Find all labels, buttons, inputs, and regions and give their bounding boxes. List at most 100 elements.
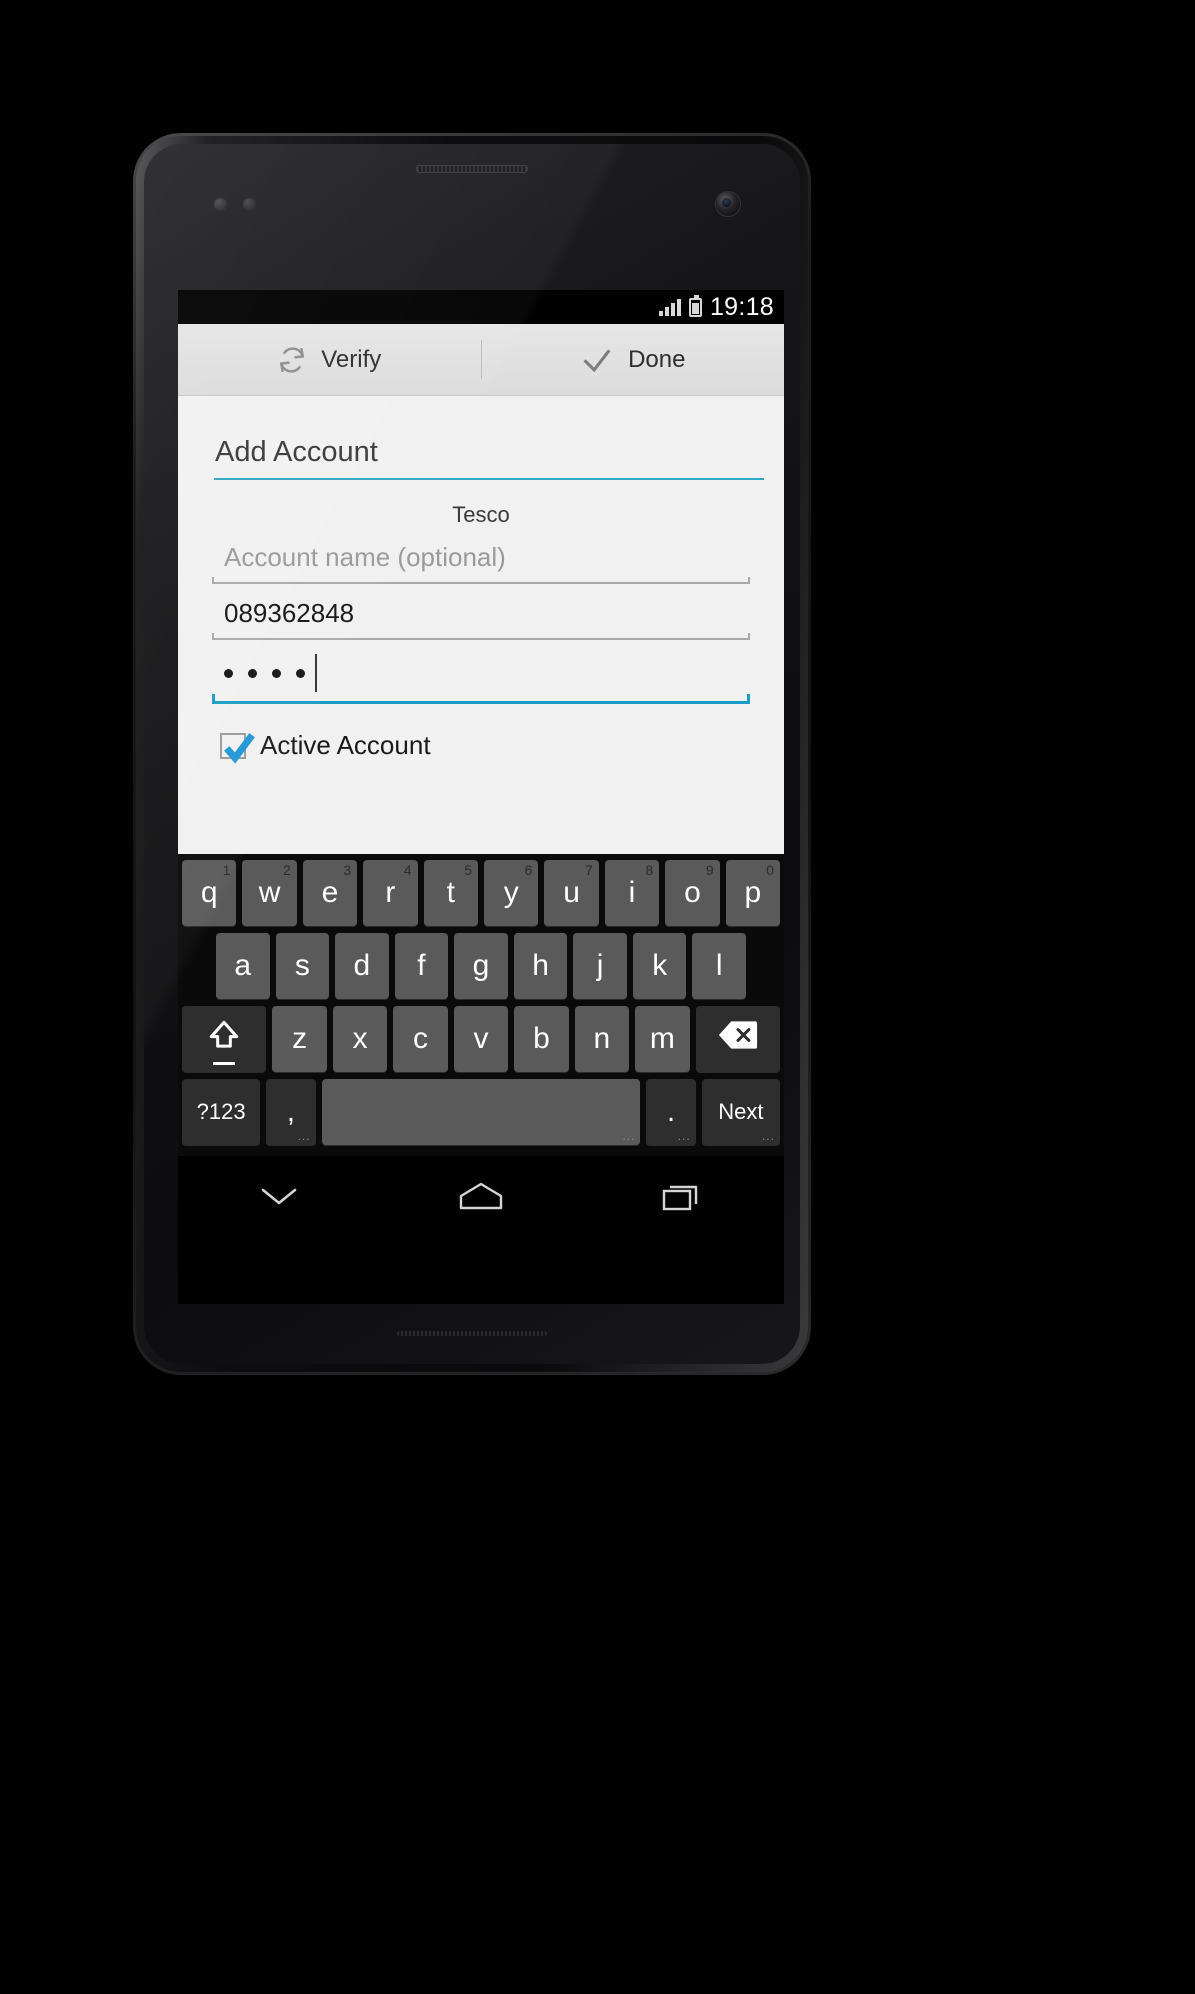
- keyboard-row-1: 1q 2w 3e 4r 5t 6y 7u 8i 9o 0p: [181, 860, 781, 926]
- symbols-key[interactable]: ?123: [182, 1079, 261, 1145]
- key-e[interactable]: 3e: [302, 860, 358, 926]
- keyboard-row-4: ?123 , ... ... . ... Next ...: [182, 1079, 780, 1145]
- account-name-placeholder: Account name (optional): [224, 542, 506, 572]
- add-account-form: Add Account Tesco Account name (optional…: [178, 396, 784, 854]
- key-o[interactable]: 9o: [665, 860, 720, 926]
- key-label: y: [503, 876, 519, 909]
- provider-label: Tesco: [452, 502, 510, 527]
- phone-front-panel: 19:18 Verify Done Add Account Tesco Acco…: [144, 144, 800, 1364]
- key-s[interactable]: s: [275, 933, 330, 999]
- backspace-key[interactable]: [695, 1006, 780, 1072]
- verify-button[interactable]: Verify: [178, 324, 481, 395]
- navigation-bar: [178, 1156, 784, 1240]
- keyboard-row-3: z x c v b n m: [182, 1006, 780, 1072]
- key-label: t: [446, 876, 455, 909]
- key-l[interactable]: l: [692, 933, 747, 999]
- key-n[interactable]: n: [574, 1006, 630, 1072]
- key-q[interactable]: 1q: [181, 860, 237, 926]
- status-bar: 19:18: [178, 290, 784, 324]
- key-y[interactable]: 6y: [484, 860, 539, 926]
- key-a[interactable]: a: [215, 933, 270, 999]
- key-g[interactable]: g: [454, 933, 508, 999]
- hide-keyboard-button[interactable]: [224, 1168, 334, 1228]
- key-m[interactable]: m: [635, 1006, 690, 1072]
- soft-keyboard: 1q 2w 3e 4r 5t 6y 7u 8i 9o 0p a s d f g …: [178, 854, 784, 1156]
- key-x[interactable]: x: [332, 1006, 388, 1072]
- home-icon: [457, 1179, 505, 1218]
- key-hint: 4: [403, 862, 412, 878]
- key-longpress-hint: ...: [677, 1129, 691, 1143]
- key-label: Next: [718, 1099, 764, 1124]
- key-w[interactable]: 2w: [242, 860, 297, 926]
- key-hint: 9: [705, 862, 714, 878]
- recent-apps-icon: [660, 1179, 706, 1218]
- backspace-icon: [717, 1020, 759, 1058]
- key-label: o: [684, 876, 701, 909]
- account-name-field[interactable]: Account name (optional): [212, 528, 750, 584]
- screenshot-canvas: 19:18 Verify Done Add Account Tesco Acco…: [0, 0, 1195, 1994]
- proximity-sensor-icon: [214, 198, 227, 211]
- phone-device: 19:18 Verify Done Add Account Tesco Acco…: [133, 133, 811, 1375]
- password-field[interactable]: [212, 640, 750, 704]
- key-label: p: [744, 876, 762, 909]
- key-hint: 0: [766, 862, 775, 878]
- signal-bars-icon: [658, 298, 681, 316]
- light-sensor-icon: [243, 198, 256, 211]
- key-f[interactable]: f: [394, 933, 449, 999]
- earpiece-speaker: [416, 165, 528, 173]
- status-clock: 19:18: [709, 292, 774, 321]
- period-key[interactable]: . ...: [646, 1079, 696, 1145]
- active-account-checkbox[interactable]: [220, 732, 255, 764]
- key-hint: 2: [282, 862, 291, 878]
- key-r[interactable]: 4r: [363, 860, 418, 926]
- page-title: Add Account: [215, 436, 378, 468]
- shift-arrow-icon: [205, 1016, 243, 1062]
- key-label: w: [258, 876, 281, 909]
- active-account-row[interactable]: Active Account: [198, 704, 764, 764]
- key-hint: 3: [343, 862, 352, 878]
- key-i[interactable]: 8i: [604, 860, 660, 926]
- key-t[interactable]: 5t: [423, 860, 478, 926]
- key-z[interactable]: z: [272, 1006, 327, 1072]
- key-longpress-hint: ...: [761, 1129, 775, 1143]
- key-v[interactable]: v: [453, 1006, 509, 1072]
- password-underline-focused: [212, 694, 750, 704]
- key-hint: 6: [524, 862, 533, 878]
- spacebar-key[interactable]: ...: [321, 1079, 641, 1145]
- comma-key[interactable]: , ...: [266, 1079, 316, 1145]
- key-p[interactable]: 0p: [725, 860, 781, 926]
- key-label: q: [200, 876, 218, 909]
- key-b[interactable]: b: [514, 1006, 569, 1072]
- key-label: u: [563, 876, 580, 909]
- verify-label: Verify: [321, 345, 382, 373]
- action-bar: Verify Done: [178, 324, 784, 396]
- done-button[interactable]: Done: [482, 324, 785, 395]
- next-key[interactable]: Next ...: [701, 1079, 780, 1145]
- account-number-field[interactable]: 089362848: [212, 584, 750, 640]
- key-hint: 5: [464, 862, 472, 878]
- recent-apps-button[interactable]: [628, 1168, 738, 1228]
- active-account-label: Active Account: [260, 730, 431, 760]
- text-cursor: [315, 654, 317, 692]
- key-hint: 7: [585, 862, 593, 878]
- key-k[interactable]: k: [632, 933, 687, 999]
- account-number-value: 089362848: [224, 598, 355, 628]
- key-h[interactable]: h: [513, 933, 568, 999]
- key-d[interactable]: d: [335, 933, 389, 999]
- front-camera-icon: [716, 192, 740, 216]
- key-hint: 1: [222, 862, 231, 878]
- done-label: Done: [628, 345, 686, 373]
- refresh-icon: [277, 345, 307, 375]
- key-label: ,: [286, 1095, 296, 1128]
- phone-screen: 19:18 Verify Done Add Account Tesco Acco…: [178, 290, 784, 1304]
- key-longpress-hint: ...: [622, 1129, 636, 1143]
- password-masked-dots: [224, 668, 305, 678]
- hide-keyboard-chevron-icon: [257, 1183, 301, 1214]
- key-c[interactable]: c: [393, 1006, 448, 1072]
- home-button[interactable]: [426, 1168, 536, 1228]
- key-label: .: [666, 1095, 676, 1128]
- key-j[interactable]: j: [573, 933, 627, 999]
- shift-key[interactable]: [182, 1006, 267, 1072]
- key-u[interactable]: 7u: [544, 860, 599, 926]
- key-label: i: [628, 876, 636, 909]
